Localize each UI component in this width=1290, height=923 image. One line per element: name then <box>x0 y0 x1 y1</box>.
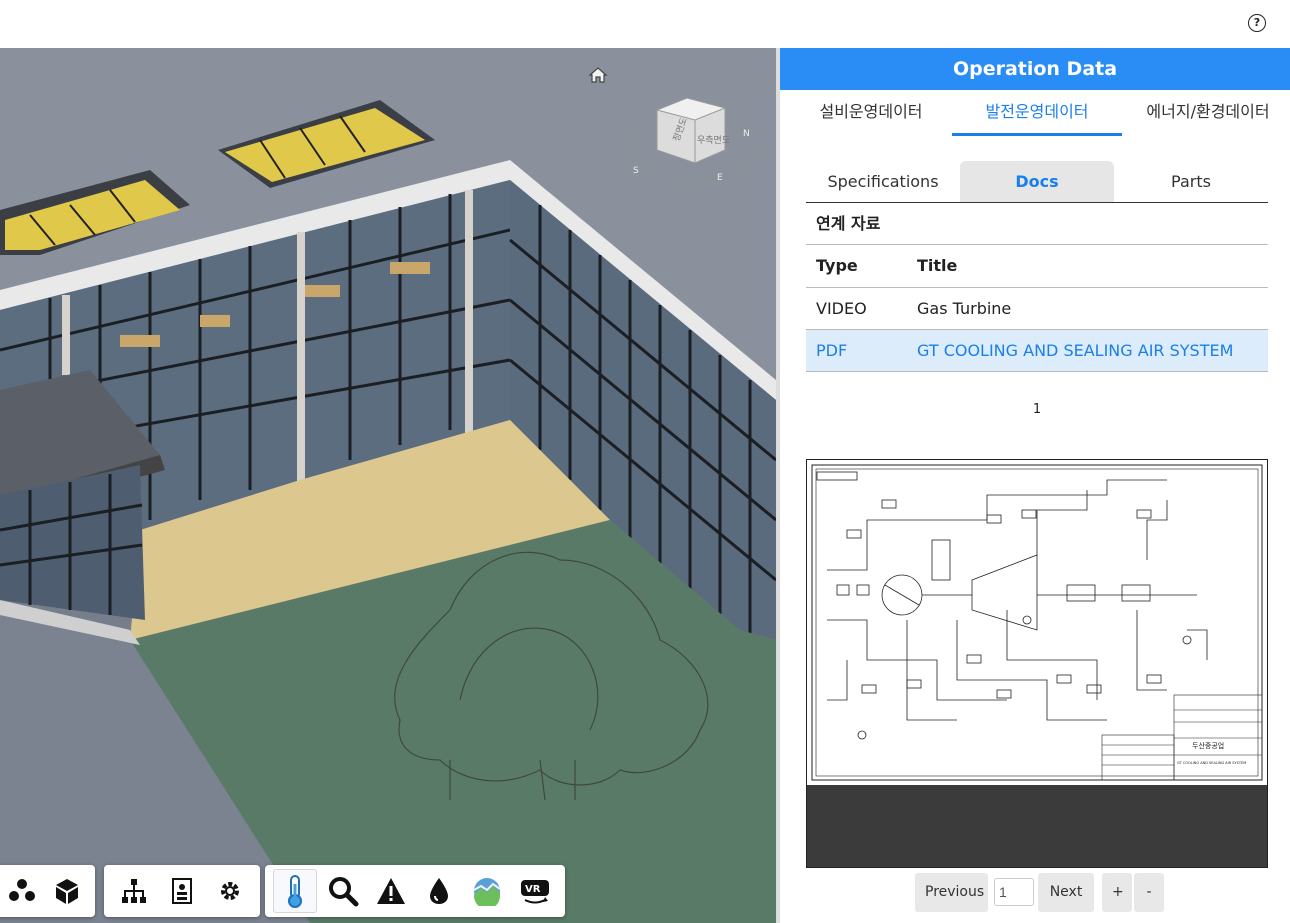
temperature-icon <box>288 875 302 908</box>
pdf-pager: Previous Next + - <box>915 873 1164 913</box>
water-drop-button[interactable] <box>417 869 461 913</box>
warning-button[interactable] <box>369 869 413 913</box>
explode-button[interactable] <box>2 869 43 913</box>
toolbar-group-model <box>0 865 95 917</box>
table-row[interactable]: PDF GT COOLING AND SEALING AIR SYSTEM <box>806 329 1268 372</box>
operation-data-panel: Operation Data 설비운영데이터 발전운영데이터 에너지/환경데이터… <box>780 48 1290 923</box>
page-number-input[interactable] <box>994 878 1034 906</box>
model-tree-icon <box>122 879 146 903</box>
titleblock-drawing-title: GT COOLING AND SEALING AIR SYSTEM <box>1177 761 1246 765</box>
model-tree-button[interactable] <box>112 869 156 913</box>
model-viewer[interactable]: 정면도 우측면도 S E N VR <box>0 48 776 923</box>
settings-button[interactable] <box>208 869 252 913</box>
cell-title: GT COOLING AND SEALING AIR SYSTEM <box>907 329 1268 372</box>
pdf-viewer[interactable]: 두산중공업 GT COOLING AND SEALING AIR SYSTEM <box>806 459 1268 868</box>
home-icon[interactable] <box>587 64 609 86</box>
tab-specifications[interactable]: Specifications <box>806 161 960 202</box>
compass-south: S <box>633 166 639 176</box>
cell-title: Gas Turbine <box>907 287 1268 330</box>
current-page-number: 1 <box>1032 402 1042 417</box>
vr-icon: VR <box>521 880 549 904</box>
properties-button[interactable] <box>160 869 204 913</box>
next-page-button[interactable]: Next <box>1038 873 1094 912</box>
search-button[interactable] <box>321 869 365 913</box>
help-icon[interactable]: ? <box>1248 14 1266 32</box>
settings-icon <box>221 882 239 900</box>
explode-icon <box>9 879 36 901</box>
section-title: 연계 자료 <box>806 203 1268 245</box>
titleblock-company: 두산중공업 <box>1192 741 1224 750</box>
environment-icon <box>473 878 501 906</box>
search-icon <box>329 877 359 907</box>
tab-facility-operation[interactable]: 설비운영데이터 <box>794 90 948 136</box>
svg-text:VR: VR <box>525 884 541 895</box>
zoom-out-button[interactable]: - <box>1134 873 1164 912</box>
tab-parts[interactable]: Parts <box>1114 161 1268 202</box>
panel-title: Operation Data <box>780 48 1290 90</box>
tab-docs[interactable]: Docs <box>960 161 1114 202</box>
table-header-row: Type Title <box>806 245 1268 288</box>
model-cube-icon <box>55 879 78 904</box>
tab-power-operation[interactable]: 발전운영데이터 <box>952 90 1122 136</box>
compass-north: N <box>743 129 750 139</box>
toolbar-group-tools <box>104 865 260 917</box>
cell-type: VIDEO <box>806 287 907 330</box>
sub-tabs: Specifications Docs Parts <box>806 161 1268 203</box>
previous-page-button[interactable]: Previous <box>915 873 988 912</box>
table-row[interactable]: VIDEO Gas Turbine <box>806 287 1268 330</box>
zoom-in-button[interactable]: + <box>1102 873 1132 912</box>
warning-icon <box>377 878 405 904</box>
view-cube[interactable]: 정면도 우측면도 S E N <box>625 88 765 198</box>
environment-button[interactable] <box>465 869 509 913</box>
top-bar: ? <box>0 0 1290 48</box>
cell-type: PDF <box>806 329 907 372</box>
column-header-type: Type <box>806 245 907 288</box>
model-cube-button[interactable] <box>47 869 88 913</box>
water-drop-icon <box>430 878 448 904</box>
pdf-page: 두산중공업 GT COOLING AND SEALING AIR SYSTEM <box>807 460 1267 785</box>
toolbar-group-monitoring: VR <box>265 865 565 917</box>
column-header-title: Title <box>907 245 1268 288</box>
compass-east: E <box>717 173 723 183</box>
vr-button[interactable]: VR <box>513 869 557 913</box>
properties-icon <box>172 878 192 904</box>
main-tabs: 설비운영데이터 발전운영데이터 에너지/환경데이터 <box>780 90 1290 138</box>
viewcube-right-label: 우측면도 <box>697 135 730 146</box>
temperature-button[interactable] <box>273 869 317 913</box>
tab-energy-environment[interactable]: 에너지/환경데이터 <box>1126 90 1290 136</box>
documents-table: Type Title VIDEO Gas Turbine PDF GT COOL… <box>806 245 1268 372</box>
pid-drawing: 두산중공업 GT COOLING AND SEALING AIR SYSTEM <box>811 464 1263 781</box>
